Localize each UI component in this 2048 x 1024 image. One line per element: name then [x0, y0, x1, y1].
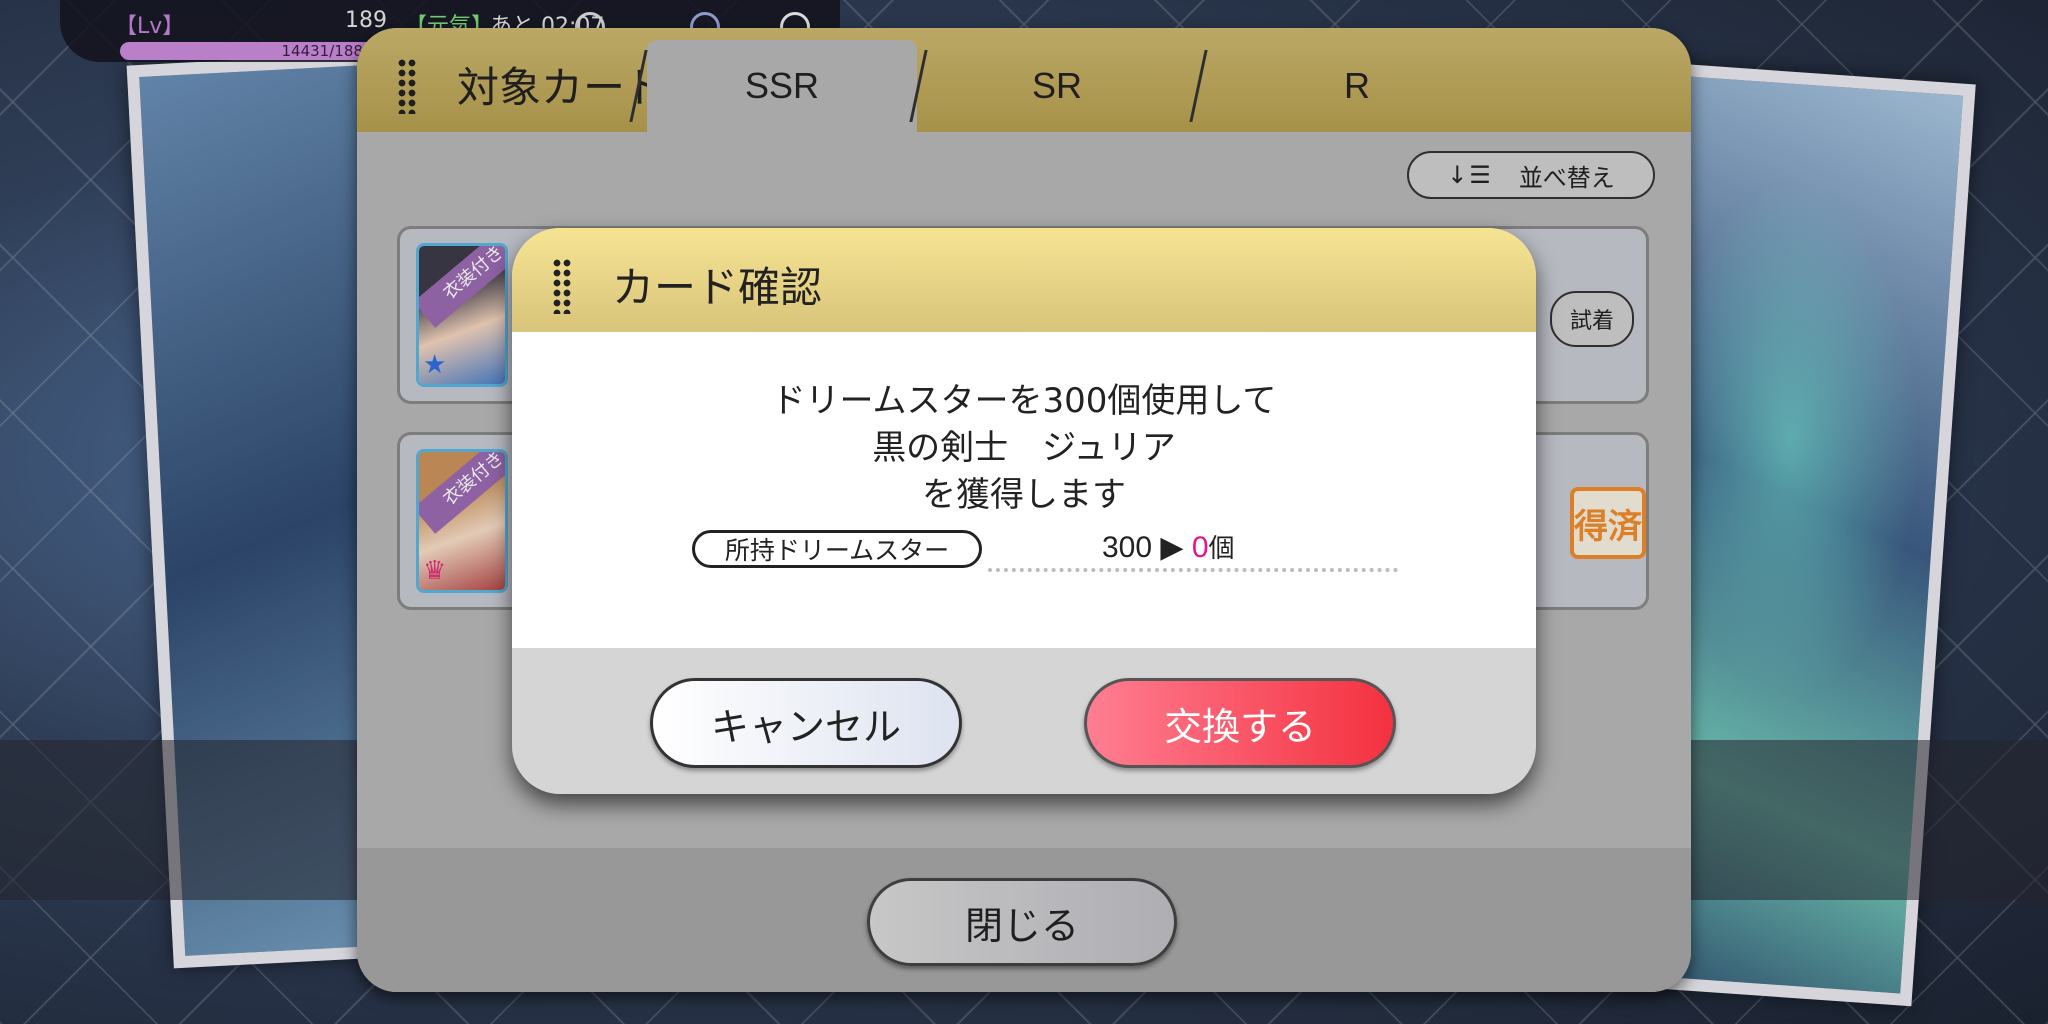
dialog-body: ドリームスターを300個使用して 黒の剣士 ジュリア を獲得します 所持ドリーム…: [512, 332, 1536, 648]
card-confirm-dialog: カード確認 ドリームスターを300個使用して 黒の剣士 ジュリア を獲得します …: [512, 228, 1536, 794]
amount-before: 300: [1102, 531, 1153, 564]
drag-grip-icon: [552, 258, 572, 314]
exchange-button[interactable]: 交換する: [1084, 678, 1396, 768]
message-line-3: を獲得します: [922, 475, 1126, 515]
cancel-button[interactable]: キャンセル: [650, 678, 962, 768]
message-line-2: 黒の剣士 ジュリア: [872, 428, 1176, 468]
amount-unit: 個: [1208, 534, 1235, 564]
dotted-leader: [988, 568, 1398, 572]
owned-dreamstar-label: 所持ドリームスター: [692, 530, 982, 568]
dialog-message: ドリームスターを300個使用して 黒の剣士 ジュリア を獲得します: [512, 378, 1536, 519]
arrow-icon: ▶: [1160, 531, 1184, 564]
dialog-header: カード確認: [512, 228, 1536, 332]
amount-after: 0: [1191, 531, 1209, 564]
dreamstar-amount: 300 ▶ 0個: [1102, 528, 1235, 565]
dialog-title: カード確認: [612, 263, 823, 312]
message-line-1: ドリームスターを300個使用して: [771, 381, 1277, 421]
